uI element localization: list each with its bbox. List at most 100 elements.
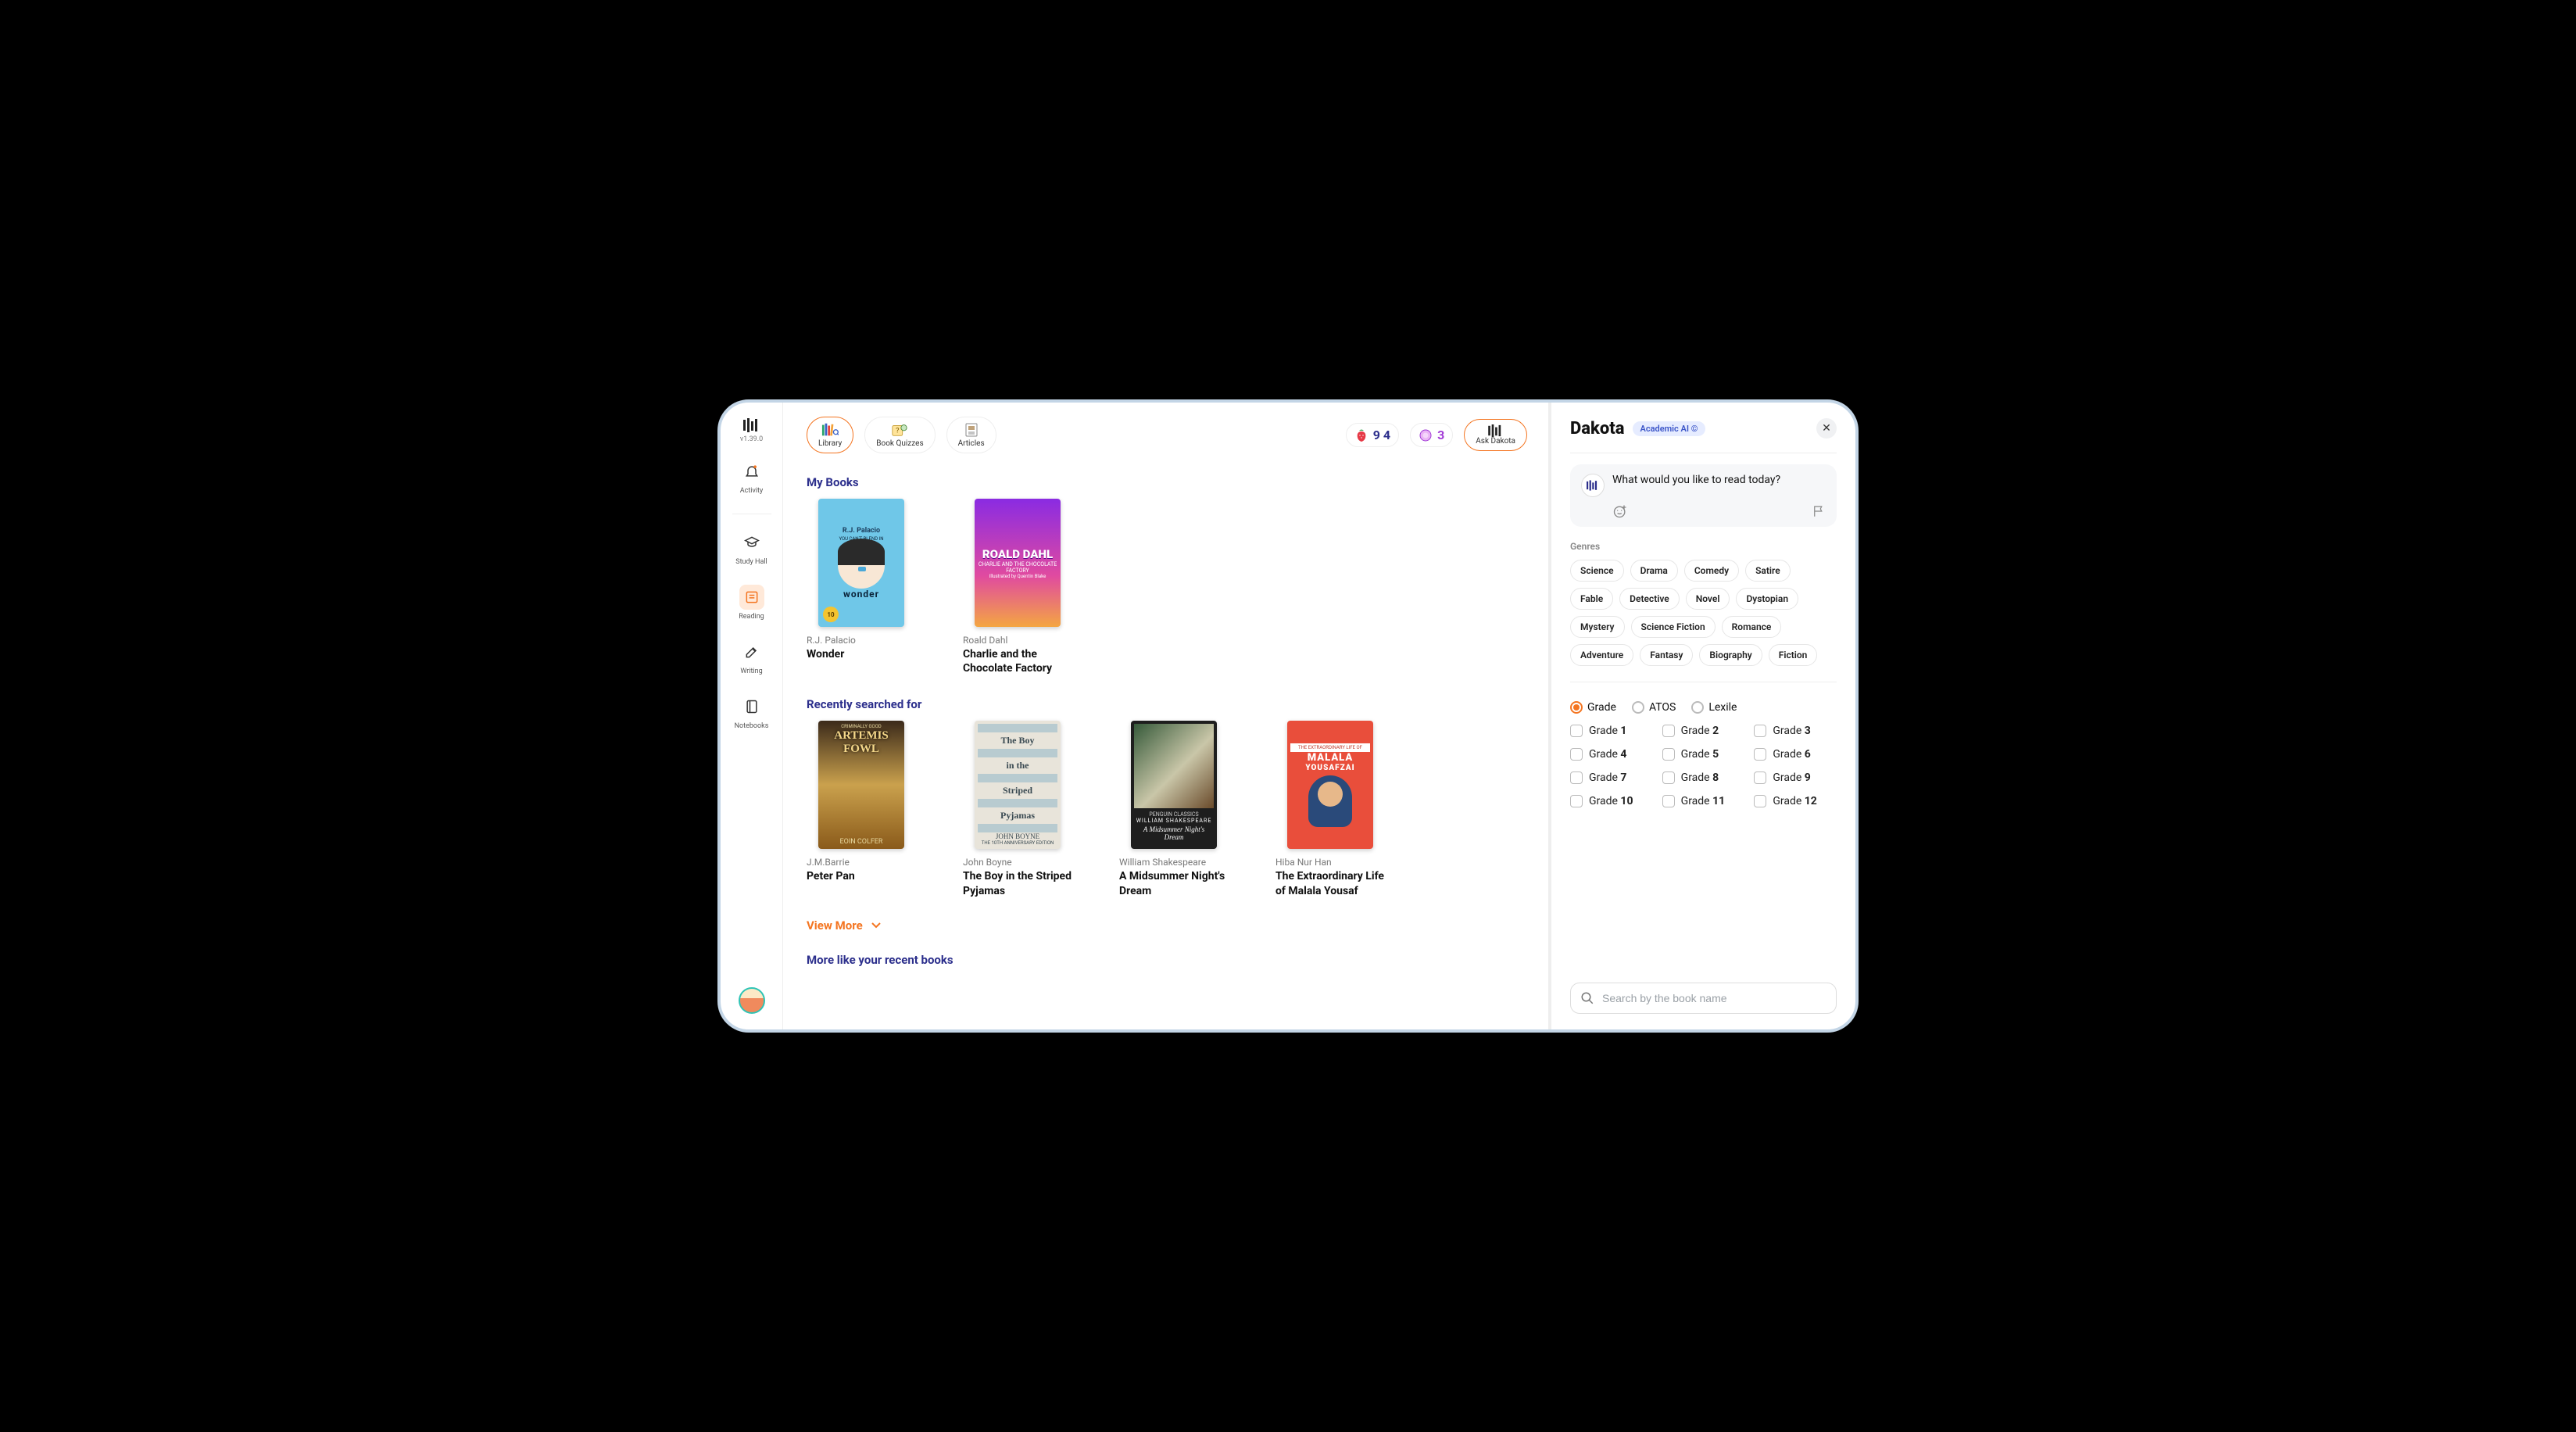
grade-checkbox-4[interactable]: Grade 4 <box>1570 748 1653 761</box>
panel-title: Dakota <box>1570 419 1625 439</box>
genre-pill[interactable]: Mystery <box>1570 616 1625 638</box>
genre-pill[interactable]: Satire <box>1745 560 1791 582</box>
badge-counter[interactable]: 3 <box>1410 423 1453 447</box>
book-title: The Extraordinary Life of Malala Yousaf <box>1275 869 1385 897</box>
section-more-like-title: More like your recent books <box>807 953 1527 967</box>
checkbox-icon <box>1570 748 1583 761</box>
book-card[interactable]: CRIMINALLY GOOD ARTEMIS FOWL EOIN COLFER… <box>807 721 916 897</box>
radio-icon <box>1570 701 1583 714</box>
my-books-row: R.J. Palacio YOU CAN'T BLEND IN wonder 1… <box>807 499 1527 675</box>
grade-checkbox-10[interactable]: Grade 10 <box>1570 795 1653 807</box>
genre-pill[interactable]: Fable <box>1570 588 1613 610</box>
main-content: Library ? Book Quizzes Articles 9 4 <box>783 403 1551 1029</box>
tab-book-quizzes[interactable]: ? Book Quizzes <box>864 417 935 453</box>
book-cover-icon: The Boy in the Striped Pyjamas JOHN BOYN… <box>975 721 1061 849</box>
grade-checkbox-8[interactable]: Grade 8 <box>1662 771 1745 784</box>
checkbox-icon <box>1570 771 1583 784</box>
user-avatar[interactable] <box>739 987 765 1014</box>
book-card[interactable]: R.J. Palacio YOU CAN'T BLEND IN wonder 1… <box>807 499 916 675</box>
grade-checkbox-9[interactable]: Grade 9 <box>1754 771 1837 784</box>
checkbox-icon <box>1662 748 1675 761</box>
book-cover-icon: CRIMINALLY GOOD ARTEMIS FOWL EOIN COLFER <box>818 721 904 849</box>
genre-pill[interactable]: Romance <box>1722 616 1782 638</box>
grade-checkbox-3[interactable]: Grade 3 <box>1754 725 1837 737</box>
tab-articles[interactable]: Articles <box>946 417 996 453</box>
genre-pill[interactable]: Detective <box>1619 588 1680 610</box>
article-icon <box>964 422 979 438</box>
tab-library[interactable]: Library <box>807 417 853 453</box>
book-title: Charlie and the Chocolate Factory <box>963 647 1072 675</box>
book-title: Peter Pan <box>807 869 916 883</box>
scale-radio-grade[interactable]: Grade <box>1570 701 1616 714</box>
flag-button[interactable] <box>1812 504 1826 518</box>
section-my-books-title: My Books <box>807 475 1527 489</box>
sidebar: v1.39.0 Activity Study Hall Reading Writ <box>721 403 783 1029</box>
book-author: R.J. Palacio <box>807 635 916 646</box>
genre-pill[interactable]: Adventure <box>1570 644 1633 666</box>
scale-radio-lexile[interactable]: Lexile <box>1691 701 1737 714</box>
grade-checkbox-5[interactable]: Grade 5 <box>1662 748 1745 761</box>
section-recent-title: Recently searched for <box>807 697 1527 711</box>
nav-reading[interactable]: Reading <box>728 585 775 621</box>
graduation-cap-icon <box>739 530 764 555</box>
search-input[interactable] <box>1602 992 1826 1004</box>
pencil-square-icon <box>739 639 764 664</box>
grade-checkbox-12[interactable]: Grade 12 <box>1754 795 1837 807</box>
grade-checkbox-1[interactable]: Grade 1 <box>1570 725 1653 737</box>
notebook-icon <box>739 694 764 719</box>
genre-pill[interactable]: Fiction <box>1769 644 1818 666</box>
checkbox-icon <box>1754 795 1766 807</box>
svg-text:?: ? <box>896 428 900 435</box>
genre-pill[interactable]: Biography <box>1699 644 1762 666</box>
book-title: Wonder <box>807 647 916 661</box>
strawberry-icon <box>1354 428 1368 442</box>
search-icon <box>1580 991 1594 1005</box>
genre-pill[interactable]: Science Fiction <box>1631 616 1716 638</box>
app-version: v1.39.0 <box>740 435 763 443</box>
book-author: John Boyne <box>963 857 1072 868</box>
book-card[interactable]: The Boy in the Striped Pyjamas JOHN BOYN… <box>963 721 1072 897</box>
scale-radio-atos[interactable]: ATOS <box>1632 701 1676 714</box>
grade-checkbox-7[interactable]: Grade 7 <box>1570 771 1653 784</box>
genre-pill[interactable]: Novel <box>1686 588 1730 610</box>
flag-icon <box>1812 504 1826 518</box>
topbar: Library ? Book Quizzes Articles 9 4 <box>807 417 1527 453</box>
genre-pill[interactable]: Fantasy <box>1640 644 1693 666</box>
book-cover-icon: THE EXTRAORDINARY LIFE OF MALALA YOUSAFZ… <box>1287 721 1373 849</box>
book-card[interactable]: THE EXTRAORDINARY LIFE OF MALALA YOUSAFZ… <box>1275 721 1385 897</box>
emoji-reaction-button[interactable] <box>1612 503 1628 519</box>
grade-checkbox-11[interactable]: Grade 11 <box>1662 795 1745 807</box>
close-icon: ✕ <box>1822 422 1831 435</box>
genre-pill[interactable]: Science <box>1570 560 1624 582</box>
book-cover-icon: PENGUIN CLASSICS WILLIAM SHAKESPEARE A M… <box>1131 721 1217 849</box>
dakota-panel: Dakota Academic AI © ✕ What would you li… <box>1551 403 1855 1029</box>
genre-pill[interactable]: Drama <box>1630 560 1678 582</box>
view-more-button[interactable]: View More <box>807 918 1527 933</box>
nav-notebooks[interactable]: Notebooks <box>728 694 775 730</box>
ask-dakota-button[interactable]: Ask Dakota <box>1464 419 1527 451</box>
radio-icon <box>1632 701 1644 714</box>
book-card[interactable]: ROALD DAHL CHARLIE AND THE CHOCOLATE FAC… <box>963 499 1072 675</box>
book-author: J.M.Barrie <box>807 857 916 868</box>
checkbox-icon <box>1570 795 1583 807</box>
genre-pill[interactable]: Dystopian <box>1736 588 1798 610</box>
nav-writing[interactable]: Writing <box>728 639 775 675</box>
checkbox-icon <box>1754 771 1766 784</box>
checkbox-icon <box>1754 748 1766 761</box>
book-author: Hiba Nur Han <box>1275 857 1385 868</box>
book-author: William Shakespeare <box>1119 857 1229 868</box>
close-button[interactable]: ✕ <box>1816 418 1837 439</box>
dakota-logo-icon <box>1488 424 1504 437</box>
checkbox-icon <box>1662 795 1675 807</box>
checkbox-icon <box>1754 725 1766 737</box>
grade-checkbox-2[interactable]: Grade 2 <box>1662 725 1745 737</box>
grade-checkbox-6[interactable]: Grade 6 <box>1754 748 1837 761</box>
streak-counter[interactable]: 9 4 <box>1346 423 1399 447</box>
nav-activity[interactable]: Activity <box>728 459 775 495</box>
book-card[interactable]: PENGUIN CLASSICS WILLIAM SHAKESPEARE A M… <box>1119 721 1229 897</box>
emoji-add-icon <box>1612 503 1628 519</box>
scrollbar-track[interactable] <box>1548 403 1551 1029</box>
nav-study-hall[interactable]: Study Hall <box>728 530 775 566</box>
genre-pill[interactable]: Comedy <box>1684 560 1739 582</box>
search-box[interactable] <box>1570 983 1837 1014</box>
